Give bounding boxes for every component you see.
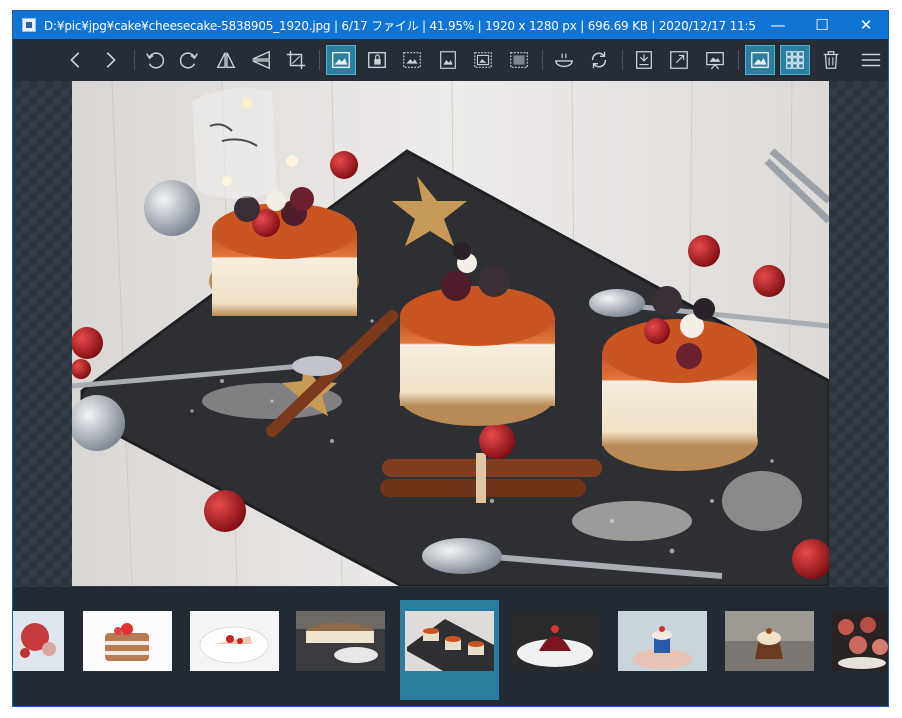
flip-vertical-button[interactable] xyxy=(246,45,276,75)
open-with-button[interactable] xyxy=(549,45,579,75)
fullscreen-icon xyxy=(670,51,688,69)
crop-icon xyxy=(286,50,306,70)
previous-image-button[interactable] xyxy=(61,45,91,75)
scale-to-width-icon xyxy=(403,52,421,68)
thumbnail-item[interactable] xyxy=(511,611,600,671)
lock-zoom-button[interactable] xyxy=(362,45,392,75)
thumbnail-image xyxy=(511,611,600,671)
flip-horizontal-button[interactable] xyxy=(211,45,241,75)
delete-icon xyxy=(823,51,839,69)
open-with-icon xyxy=(555,53,573,68)
imageglass-window: D:¥pic¥jpg¥cake¥cheesecake-5838905_1920.… xyxy=(12,10,889,707)
thumbnail-item[interactable] xyxy=(190,611,279,671)
window-title: D:¥pic¥jpg¥cake¥cheesecake-5838905_1920.… xyxy=(44,18,756,33)
fullscreen-button[interactable] xyxy=(664,45,694,75)
scale-to-fit-icon xyxy=(474,52,492,68)
auto-zoom-icon xyxy=(332,51,350,69)
thumbnail-image xyxy=(83,611,172,671)
previous-image-icon xyxy=(70,52,80,68)
thumbnail-item[interactable] xyxy=(13,611,64,671)
close-button[interactable]: ✕ xyxy=(844,11,888,39)
goto-image-button[interactable] xyxy=(629,45,659,75)
thumbnail-image xyxy=(13,611,64,671)
thumbnail-item[interactable] xyxy=(832,611,888,671)
thumbnail-image xyxy=(832,611,888,671)
thumbnail-image xyxy=(405,611,494,671)
main-image[interactable] xyxy=(72,81,829,586)
thumbnail-item[interactable] xyxy=(618,611,707,671)
maximize-button[interactable]: ☐ xyxy=(800,11,844,39)
minimize-button[interactable]: — xyxy=(756,11,800,39)
thumbnail-image xyxy=(190,611,279,671)
rotate-right-icon xyxy=(179,52,198,69)
rotate-left-button[interactable] xyxy=(140,45,170,75)
checkerboard-icon xyxy=(786,51,804,69)
refresh-icon xyxy=(591,51,607,69)
app-icon[interactable] xyxy=(22,18,36,32)
next-image-button[interactable] xyxy=(95,45,125,75)
auto-zoom-button[interactable] xyxy=(326,45,356,75)
rotate-right-button[interactable] xyxy=(174,45,204,75)
thumbnail-item-selected[interactable] xyxy=(405,611,494,671)
thumbnail-image xyxy=(725,611,814,671)
thumbnail-item[interactable] xyxy=(296,611,385,671)
toolbar-separator xyxy=(319,50,320,70)
scale-to-fill-button[interactable] xyxy=(504,45,534,75)
toolbar-separator xyxy=(134,50,135,70)
next-image-icon xyxy=(106,52,116,68)
thumbnail-image xyxy=(296,611,385,671)
scale-to-height-button[interactable] xyxy=(433,45,463,75)
image-viewer[interactable] xyxy=(13,81,888,587)
flip-horizontal-icon xyxy=(216,52,236,69)
thumbnail-bar-icon xyxy=(751,51,769,69)
title-bar[interactable]: D:¥pic¥jpg¥cake¥cheesecake-5838905_1920.… xyxy=(13,11,888,39)
thumbnail-bar-button[interactable] xyxy=(745,45,775,75)
toolbar-separator xyxy=(542,50,543,70)
toolbar-separator xyxy=(622,50,623,70)
scale-to-fill-icon xyxy=(510,52,528,68)
delete-button[interactable] xyxy=(816,45,846,75)
toolbar xyxy=(13,39,888,81)
main-menu-button[interactable] xyxy=(856,45,886,75)
minimize-icon: — xyxy=(770,16,786,34)
goto-image-icon xyxy=(636,51,652,69)
lock-zoom-icon xyxy=(368,51,386,69)
scale-to-height-icon xyxy=(440,51,456,69)
toolbar-separator xyxy=(738,50,739,70)
thumbnail-image xyxy=(618,611,707,671)
cheesecake-photo xyxy=(72,81,829,586)
slideshow-icon xyxy=(706,52,724,70)
flip-vertical-icon xyxy=(252,50,270,70)
scale-to-fit-button[interactable] xyxy=(468,45,498,75)
menu-icon xyxy=(861,53,881,67)
checkerboard-button[interactable] xyxy=(780,45,810,75)
close-icon: ✕ xyxy=(859,16,873,34)
maximize-icon: ☐ xyxy=(815,16,829,34)
thumbnail-item[interactable] xyxy=(83,611,172,671)
rotate-left-icon xyxy=(146,52,165,69)
slideshow-button[interactable] xyxy=(700,45,730,75)
thumbnail-item[interactable] xyxy=(725,611,814,671)
thumbnail-bar xyxy=(13,587,888,706)
scale-to-width-button[interactable] xyxy=(397,45,427,75)
refresh-button[interactable] xyxy=(584,45,614,75)
crop-button[interactable] xyxy=(281,45,311,75)
